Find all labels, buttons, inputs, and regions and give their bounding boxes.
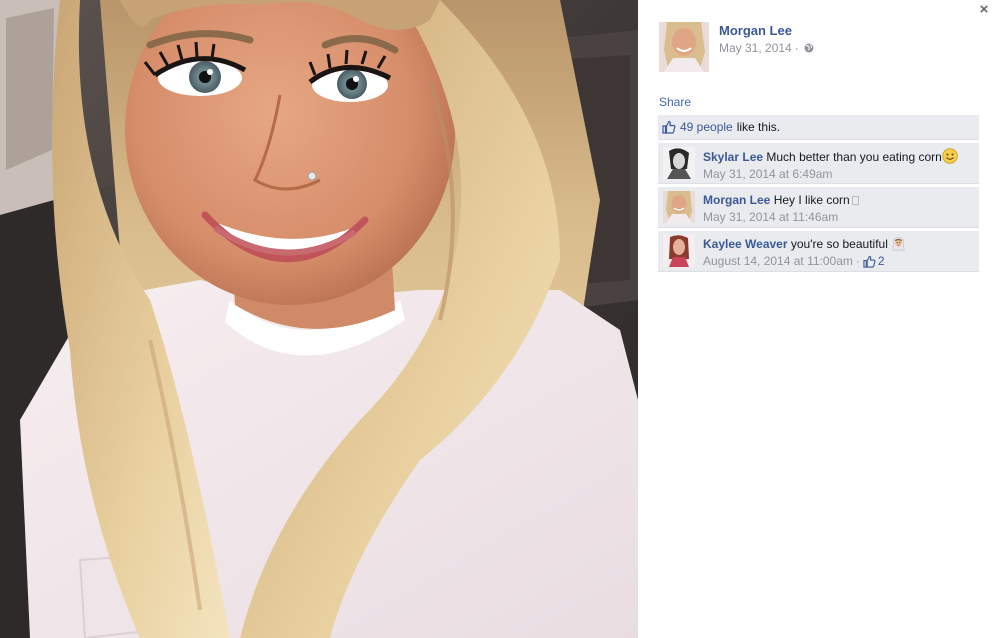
commenter-name[interactable]: Morgan Lee: [703, 193, 770, 207]
meta-separator: ·: [855, 254, 860, 268]
comment-timestamp[interactable]: August 14, 2014 at 11:00am: [703, 253, 853, 269]
likes-summary: 49 people like this.: [658, 115, 979, 140]
thumbs-up-icon: [662, 120, 676, 134]
smiley-face-emoji: [942, 148, 958, 164]
author-name[interactable]: Morgan Lee: [719, 23, 792, 38]
comment-timestamp[interactable]: May 31, 2014 at 11:46am: [703, 209, 838, 225]
author-avatar[interactable]: [659, 22, 709, 72]
photo-image: [0, 0, 638, 638]
close-button[interactable]: ×: [976, 2, 992, 18]
comment-item: Skylar Lee Much better than you eating c…: [658, 142, 979, 184]
commenter-name[interactable]: Kaylee Weaver: [703, 237, 788, 251]
missing-glyph-box: [851, 196, 859, 205]
thumbs-up-icon: [863, 255, 876, 268]
comment-text: you're so beautiful: [790, 237, 888, 251]
commenter-name[interactable]: Skylar Lee: [703, 150, 763, 164]
comment-like-count[interactable]: 2: [863, 253, 885, 269]
bride-emoji: [892, 237, 905, 251]
comment-timestamp[interactable]: May 31, 2014 at 6:49am: [703, 166, 832, 182]
post-meta: May 31, 2014 ·: [719, 41, 814, 55]
comment-item: Kaylee Weaver you're so beautiful August…: [658, 230, 979, 272]
comment-item: Morgan Lee Hey I like corn May 31, 2014 …: [658, 186, 979, 228]
commenter-avatar[interactable]: [663, 235, 695, 267]
globe-icon[interactable]: [804, 43, 814, 53]
comment-body: Skylar Lee Much better than you eating c…: [703, 148, 958, 182]
comment-text: Much better than you eating corn: [766, 150, 942, 164]
post-date[interactable]: May 31, 2014: [719, 41, 792, 55]
comment-body: Morgan Lee Hey I like corn May 31, 2014 …: [703, 192, 859, 225]
likes-suffix: like this.: [736, 120, 781, 134]
comment-body: Kaylee Weaver you're so beautiful August…: [703, 236, 906, 269]
commenter-avatar[interactable]: [663, 147, 695, 179]
avatar-image: [659, 22, 709, 72]
meta-separator: ·: [794, 41, 799, 55]
share-link[interactable]: Share: [659, 95, 691, 109]
photo-sidebar: × Morgan Lee May 31, 2014 · Share 49 peo…: [638, 0, 998, 638]
like-count-value: 2: [877, 254, 885, 268]
avatar-image: [663, 235, 695, 267]
commenter-avatar[interactable]: [663, 191, 695, 223]
avatar-image: [663, 191, 695, 223]
feedback-section: 49 people like this. Skylar Lee Much bet…: [658, 115, 979, 272]
photo-viewer[interactable]: [0, 0, 638, 638]
likes-count-link[interactable]: 49 people: [680, 120, 733, 134]
comment-text: Hey I like corn: [773, 193, 850, 207]
avatar-image: [663, 147, 695, 179]
